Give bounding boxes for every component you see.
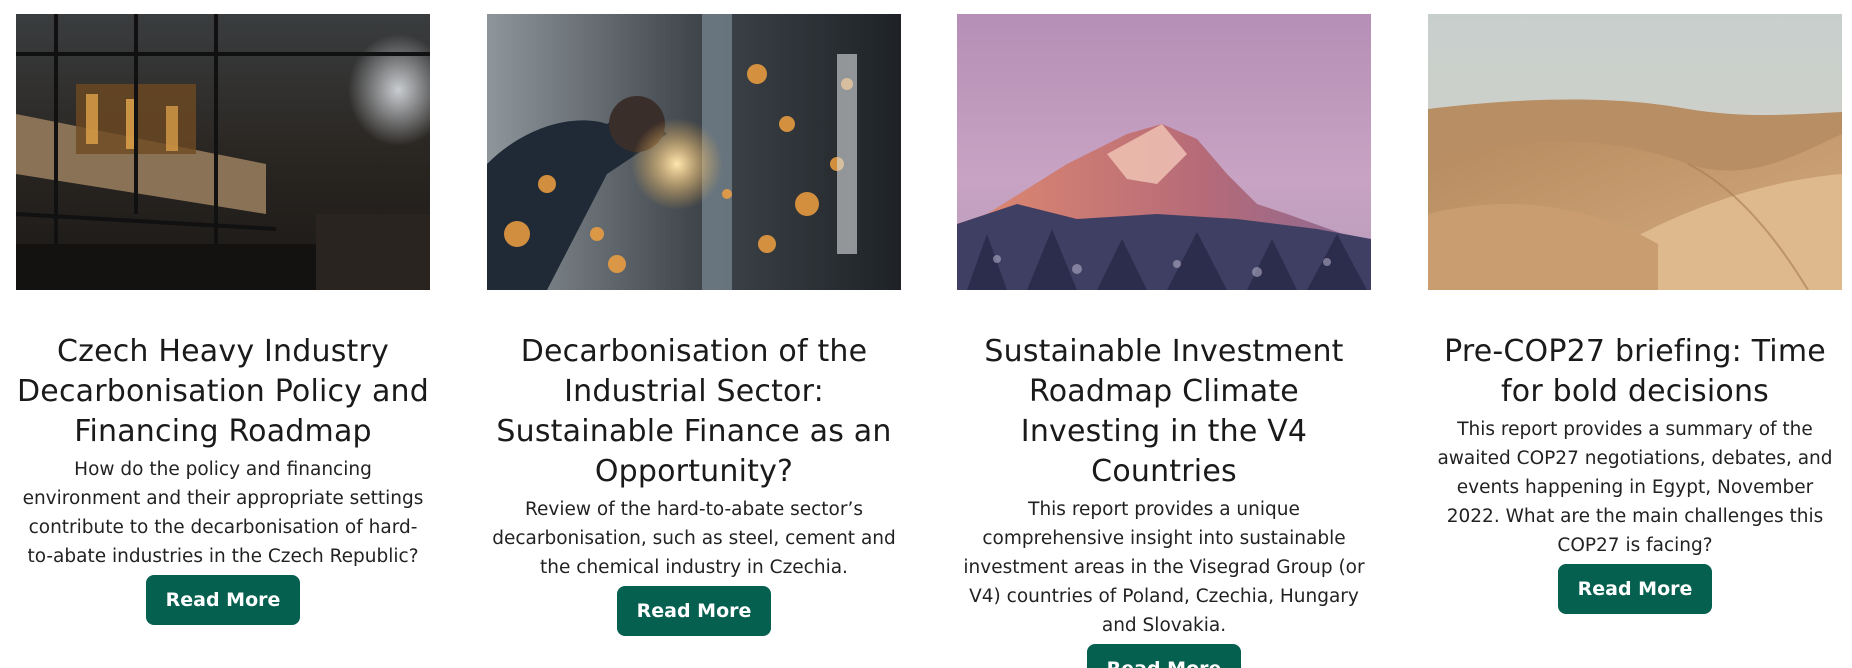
report-description: Review of the hard-to-abate sector’s dec… (492, 499, 896, 578)
report-description: This report provides a summary of the aw… (1437, 419, 1833, 556)
report-title[interactable]: Czech Heavy Industry Decarbonisation Pol… (16, 332, 430, 452)
steel-factory-interior-image[interactable] (16, 14, 430, 290)
welding-sparks-image[interactable] (487, 14, 901, 290)
read-more-button[interactable]: Read More (145, 575, 301, 625)
report-card-grid: Czech Heavy Industry Decarbonisation Pol… (0, 0, 1852, 668)
read-more-button[interactable]: Read More (616, 586, 772, 636)
report-card: Pre-COP27 briefing: Time for bold decisi… (1428, 14, 1842, 614)
report-card: Decarbonisation of the Industrial Sector… (487, 14, 901, 636)
report-title[interactable]: Sustainable Investment Roadmap Climate I… (957, 332, 1371, 492)
desert-dunes-image[interactable] (1428, 14, 1842, 290)
report-description: This report provides a unique comprehens… (963, 499, 1365, 636)
report-description: How do the policy and financing environm… (22, 459, 424, 567)
read-more-button[interactable]: Read More (1086, 644, 1242, 668)
report-card: Czech Heavy Industry Decarbonisation Pol… (16, 14, 430, 625)
report-title[interactable]: Decarbonisation of the Industrial Sector… (487, 332, 901, 492)
report-card: Sustainable Investment Roadmap Climate I… (957, 14, 1371, 668)
report-title[interactable]: Pre-COP27 briefing: Time for bold decisi… (1428, 332, 1842, 412)
snowy-mountain-peak-image[interactable] (957, 14, 1371, 290)
read-more-button[interactable]: Read More (1557, 564, 1713, 614)
